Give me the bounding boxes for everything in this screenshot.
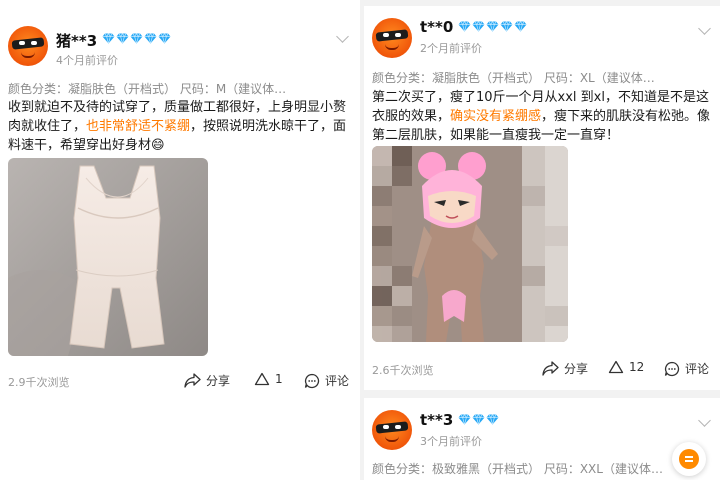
sku-info: 颜色分类：极致雅黑（开档式） 尺码：XXL（建议体… [372,462,663,476]
username[interactable]: t**0 [420,18,453,36]
review-card: t**3 3个月前评价 颜色分类：极致雅黑（开档式） 尺码：XXL（建议体… [364,398,720,480]
review-photo[interactable] [8,158,208,356]
review-photo[interactable] [372,146,568,342]
share-button[interactable]: 分享 [184,372,230,389]
sku-info: 颜色分类：凝脂肤色（开档式） 尺码：M（建议体… [8,82,287,96]
comment-button[interactable]: 评论 [664,360,709,377]
like-icon [254,372,270,386]
vip-badge [102,33,171,44]
review-card: 猪**3 4个月前评价 颜色分类：凝脂肤色（开档式） 尺码：M（建议体… 收到就… [0,0,360,400]
chevron-down-icon[interactable] [336,30,349,43]
diamond-icon [472,414,485,425]
diamond-icon [116,33,129,44]
chevron-down-icon[interactable] [698,22,711,35]
avatar[interactable] [8,26,48,66]
share-label: 分享 [206,374,231,388]
username[interactable]: 猪**3 [56,30,97,51]
review-column-left: 猪**3 4个月前评价 颜色分类：凝脂肤色（开档式） 尺码：M（建议体… 收到就… [0,0,360,480]
diamond-icon [144,33,157,44]
floating-list-button[interactable] [672,442,706,476]
like-count: 12 [629,360,645,374]
review-time: 3个月前评价 [420,435,482,448]
review-highlight: 也非常舒适不紧绷 [86,119,191,134]
diamond-icon [514,21,527,32]
diamond-icon [472,21,485,32]
diamond-icon [500,21,513,32]
comment-label: 评论 [685,362,710,376]
avatar[interactable] [372,18,412,58]
like-button[interactable]: 12 [608,360,644,374]
review-time: 4个月前评价 [56,54,118,67]
vip-badge [458,414,499,425]
share-icon [184,373,201,388]
review-text: 第二次买了，瘦了10斤一个月从xxl 到xl，不知道是不是这衣服的效果，确实没有… [372,88,714,145]
diamond-icon [458,21,471,32]
chevron-down-icon[interactable] [698,414,711,427]
separator [364,390,720,398]
review-card: t**0 2个月前评价 颜色分类：凝脂肤色（开档式） 尺码：XL（建议体… 第二… [364,0,720,395]
comment-icon [304,373,320,388]
diamond-icon [130,33,143,44]
share-button[interactable]: 分享 [542,360,588,377]
review-column-right: t**0 2个月前评价 颜色分类：凝脂肤色（开档式） 尺码：XL（建议体… 第二… [364,0,720,480]
list-icon [679,449,699,469]
diamond-icon [158,33,171,44]
diamond-icon [486,21,499,32]
share-label: 分享 [564,362,589,376]
username[interactable]: t**3 [420,411,453,429]
comment-button[interactable]: 评论 [304,372,349,389]
view-count: 2.9千次浏览 [8,376,70,389]
avatar[interactable] [372,410,412,450]
review-highlight: 确实没有紧绷感 [450,109,542,124]
comment-icon [664,361,680,376]
share-icon [542,361,559,376]
review-text: 收到就迫不及待的试穿了，质量做工都很好，上身明显小赘肉就收住了，也非常舒适不紧绷… [8,98,354,155]
diamond-icon [486,414,499,425]
review-time: 2个月前评价 [420,42,482,55]
comment-label: 评论 [325,374,350,388]
diamond-icon [102,33,115,44]
view-count: 2.6千次浏览 [372,364,434,377]
like-count: 1 [275,372,283,386]
like-icon [608,360,624,374]
vip-badge [458,21,527,32]
sku-info: 颜色分类：凝脂肤色（开档式） 尺码：XL（建议体… [372,71,655,85]
diamond-icon [458,414,471,425]
like-button[interactable]: 1 [254,372,283,386]
